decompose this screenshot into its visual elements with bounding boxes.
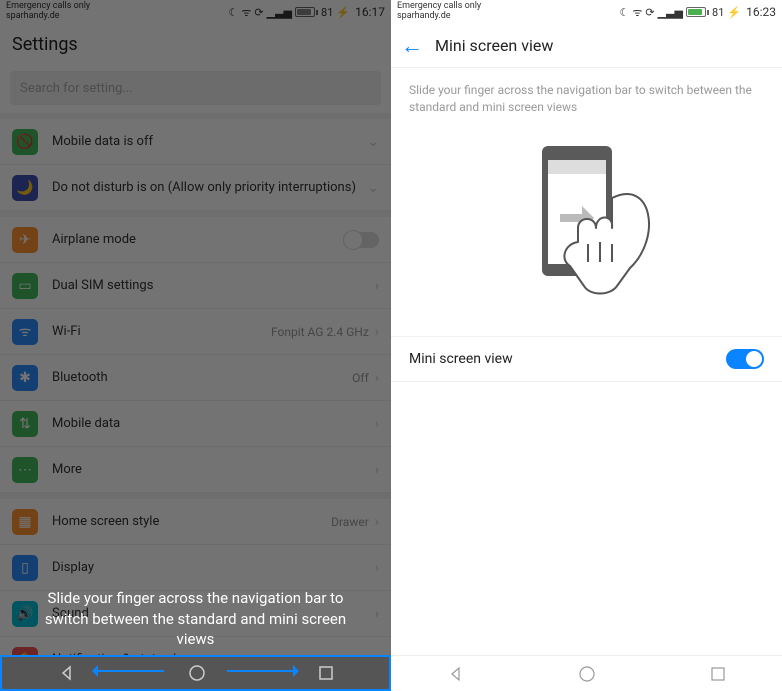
moon-icon: ☾	[620, 6, 630, 19]
battery-pct: 81	[712, 6, 724, 19]
nav-recent-icon[interactable]	[711, 667, 725, 681]
signal-icon: ▁▃▅	[658, 6, 683, 19]
description: Slide your finger across the navigation …	[391, 68, 782, 124]
nav-recent-icon[interactable]	[319, 666, 333, 680]
right-phone: Emergency calls only sparhandy.de ☾ ᯤ ⟳ …	[391, 0, 782, 691]
nav-back-icon[interactable]	[59, 665, 75, 681]
statusbar-right: Emergency calls only sparhandy.de ☾ ᯤ ⟳ …	[391, 0, 782, 24]
illustration	[391, 124, 782, 336]
navbar-left[interactable]	[0, 655, 391, 691]
nav-back-icon[interactable]	[448, 666, 464, 682]
toggle-label: Mini screen view	[409, 351, 513, 367]
arrow-right-icon	[227, 670, 297, 672]
back-button[interactable]: ←	[401, 33, 423, 59]
sync-icon: ⟳	[645, 6, 654, 19]
clock: 16:23	[746, 5, 776, 19]
nav-home-icon[interactable]	[578, 665, 596, 683]
wifi-icon: ᯤ	[632, 5, 642, 20]
nav-home-icon[interactable]	[188, 664, 206, 682]
navbar-right	[391, 655, 782, 691]
charging-icon: ⚡	[727, 6, 741, 19]
battery-icon	[686, 7, 709, 17]
toast-message: Slide your finger across the navigation …	[0, 588, 391, 649]
subcarrier: sparhandy.de	[397, 12, 481, 22]
arrow-left-icon	[94, 670, 164, 672]
left-phone: Emergency calls only sparhandy.de ☾ ᯤ ⟳ …	[0, 0, 391, 691]
mini-screen-toggle-row[interactable]: Mini screen view	[391, 336, 782, 382]
header: ← Mini screen view	[391, 24, 782, 68]
toggle-switch[interactable]	[726, 349, 764, 369]
page-title: Mini screen view	[435, 36, 553, 55]
